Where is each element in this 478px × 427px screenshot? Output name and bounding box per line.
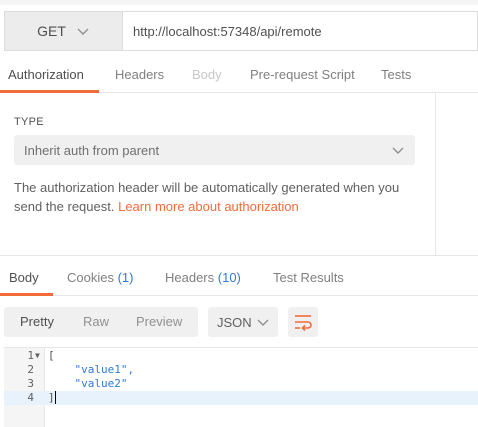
preview-button[interactable]: Preview [136, 307, 182, 337]
format-select[interactable]: JSON [208, 307, 278, 337]
fold-arrow-icon[interactable]: ▼ [35, 349, 40, 363]
tab-response-headers[interactable]: Headers (10) [165, 262, 241, 296]
tab-label: Tests [381, 67, 412, 82]
url-input[interactable]: http://localhost:57348/api/remote [123, 12, 477, 50]
tab-label: Cookies [67, 270, 114, 285]
line-number: 2 [27, 363, 34, 376]
line-number: 1 [27, 349, 34, 362]
code-line: 1 ▼ [ [4, 349, 478, 363]
wrap-lines-icon [295, 315, 312, 331]
auth-type-value: Inherit auth from parent [24, 142, 160, 158]
text-cursor [54, 391, 56, 404]
code-text: "value1", [48, 363, 135, 376]
chevron-down-icon [77, 28, 89, 35]
code-text: [ [48, 349, 55, 362]
code-text-content: ] [48, 391, 55, 404]
request-tabs: Authorization Headers Body Pre-request S… [0, 59, 478, 93]
learn-more-link[interactable]: Learn more about authorization [118, 199, 299, 214]
tab-body: Body [192, 59, 222, 93]
tab-label: Headers [165, 270, 215, 285]
current-code-line: 4 ] [4, 391, 478, 405]
auth-type-select[interactable]: Inherit auth from parent [14, 135, 415, 165]
auth-description: The authorization header will be automat… [14, 178, 424, 216]
tab-label: Body [9, 270, 39, 285]
tab-label: Headers [115, 67, 165, 82]
url-text: http://localhost:57348/api/remote [133, 23, 322, 39]
cookies-count: (1) [117, 270, 134, 285]
response-body-editor[interactable]: 1 ▼ [ 2 "value1", 3 "value2" 4 ] [4, 347, 478, 427]
type-label: TYPE [14, 116, 44, 128]
active-tab-indicator [0, 293, 53, 296]
tab-pre-request-script[interactable]: Pre-request Script [250, 59, 355, 93]
tab-response-body[interactable]: Body [0, 262, 53, 296]
code-text: ] [48, 391, 56, 405]
chevron-down-icon [392, 147, 404, 154]
headers-count: (10) [217, 270, 241, 285]
tab-label: Authorization [8, 67, 84, 82]
response-tabs: Body Cookies (1) Headers (10) Test Resul… [0, 262, 478, 296]
view-mode-group: Pretty Raw Preview [4, 307, 198, 337]
tab-label: Pre-request Script [250, 67, 355, 82]
raw-button[interactable]: Raw [83, 307, 109, 337]
format-value: JSON [217, 314, 252, 330]
wrap-lines-button[interactable] [288, 307, 318, 337]
tab-authorization[interactable]: Authorization [0, 59, 99, 93]
top-strip [0, 0, 478, 5]
tab-label: Test Results [273, 270, 344, 285]
tab-tests[interactable]: Tests [381, 59, 411, 93]
line-number: 4 [27, 391, 34, 404]
tab-cookies[interactable]: Cookies (1) [67, 262, 133, 296]
pretty-button[interactable]: Pretty [20, 307, 54, 337]
section-divider [0, 255, 478, 256]
method-label: GET [37, 23, 66, 39]
tab-label: Body [192, 67, 222, 82]
authorization-panel: TYPE Inherit auth from parent The author… [0, 93, 436, 255]
code-line: 3 "value2" [4, 377, 478, 391]
code-line: 2 "value1", [4, 363, 478, 377]
tab-test-results[interactable]: Test Results [273, 262, 344, 296]
line-number: 3 [27, 377, 34, 390]
chevron-down-icon [257, 319, 269, 326]
code-text: "value2" [48, 377, 128, 390]
url-bar: GET http://localhost:57348/api/remote [4, 11, 478, 51]
method-select[interactable]: GET [5, 12, 123, 50]
tab-headers[interactable]: Headers [115, 59, 164, 93]
